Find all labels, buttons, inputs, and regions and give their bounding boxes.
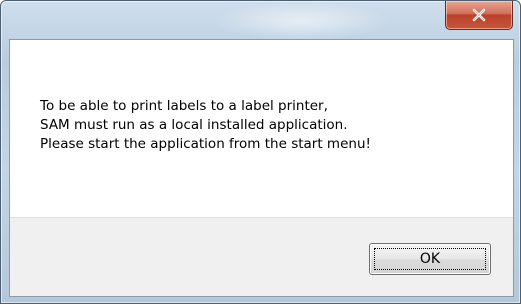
dialog-content-area: To be able to print labels to a label pr…: [9, 39, 514, 297]
message-line-1: To be able to print labels to a label pr…: [40, 98, 328, 114]
ok-button[interactable]: OK: [369, 243, 491, 275]
close-button[interactable]: [445, 1, 513, 30]
title-bar-glass-highlight: [211, 1, 391, 41]
message-line-2: SAM must run as a local installed applic…: [40, 117, 348, 133]
close-icon: [472, 8, 486, 22]
message-line-3: Please start the application from the st…: [40, 136, 371, 152]
message-dialog-window: To be able to print labels to a label pr…: [0, 0, 521, 304]
dialog-message: To be able to print labels to a label pr…: [40, 97, 371, 154]
dialog-button-bar: OK: [10, 217, 513, 296]
ok-button-label: OK: [419, 251, 441, 267]
